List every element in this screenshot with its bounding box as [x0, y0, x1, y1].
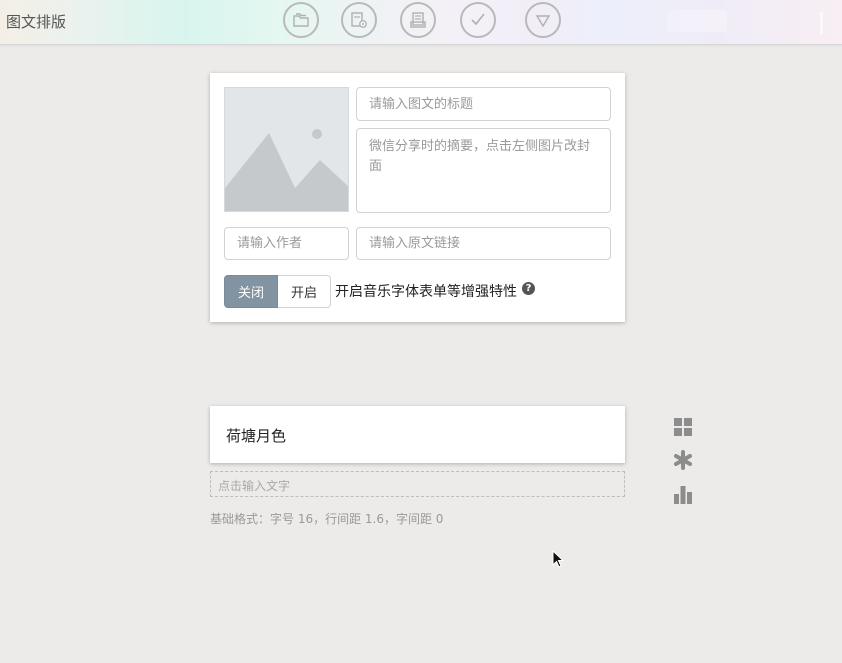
title-input[interactable] [356, 87, 611, 121]
document-button[interactable] [400, 2, 436, 38]
document-icon [410, 12, 426, 28]
preview-icon [351, 12, 367, 28]
asterisk-button[interactable] [672, 449, 694, 471]
folder-button[interactable] [283, 2, 319, 38]
author-input[interactable] [224, 227, 349, 260]
article-title: 荷塘月色 [226, 427, 287, 445]
cover-image-placeholder[interactable] [224, 87, 349, 212]
faded-button[interactable] [667, 10, 727, 32]
triangle-down-icon [535, 15, 551, 28]
app-title: 图文排版 [6, 13, 67, 31]
article-title-block[interactable]: 荷塘月色 [210, 406, 625, 463]
grid-icon [674, 418, 692, 436]
asterisk-icon [674, 450, 692, 470]
enhance-feature-label: 开启音乐字体表单等增强特性 [335, 284, 517, 300]
checkmark-icon [471, 13, 485, 26]
confirm-button[interactable] [460, 2, 496, 38]
grid-button[interactable] [672, 416, 694, 438]
toggle-on-button[interactable]: 开启 [278, 275, 331, 308]
preview-button[interactable] [341, 2, 377, 38]
help-icon[interactable]: ? [522, 282, 535, 295]
dropdown-button[interactable] [525, 2, 561, 38]
format-info: 基础格式：字号 16，行间距 1.6，字间距 0 [210, 512, 444, 526]
enhance-toggle: 关闭 开启 [224, 275, 331, 308]
toggle-off-button[interactable]: 关闭 [224, 275, 278, 308]
bar-chart-button[interactable] [672, 483, 694, 505]
top-toolbar: 图文排版 [0, 0, 842, 45]
source-link-input[interactable] [356, 227, 611, 260]
bar-chart-icon [674, 486, 692, 504]
article-meta-card: 关闭 开启 开启音乐字体表单等增强特性 ? [210, 73, 625, 322]
text-input-area[interactable]: 点击输入文字 [210, 471, 625, 497]
summary-input[interactable] [356, 128, 611, 213]
image-placeholder-icon [225, 129, 348, 211]
folder-icon [293, 13, 309, 27]
text-input-placeholder: 点击输入文字 [218, 479, 291, 493]
faded-divider [820, 12, 823, 34]
mouse-cursor-icon [552, 550, 564, 568]
